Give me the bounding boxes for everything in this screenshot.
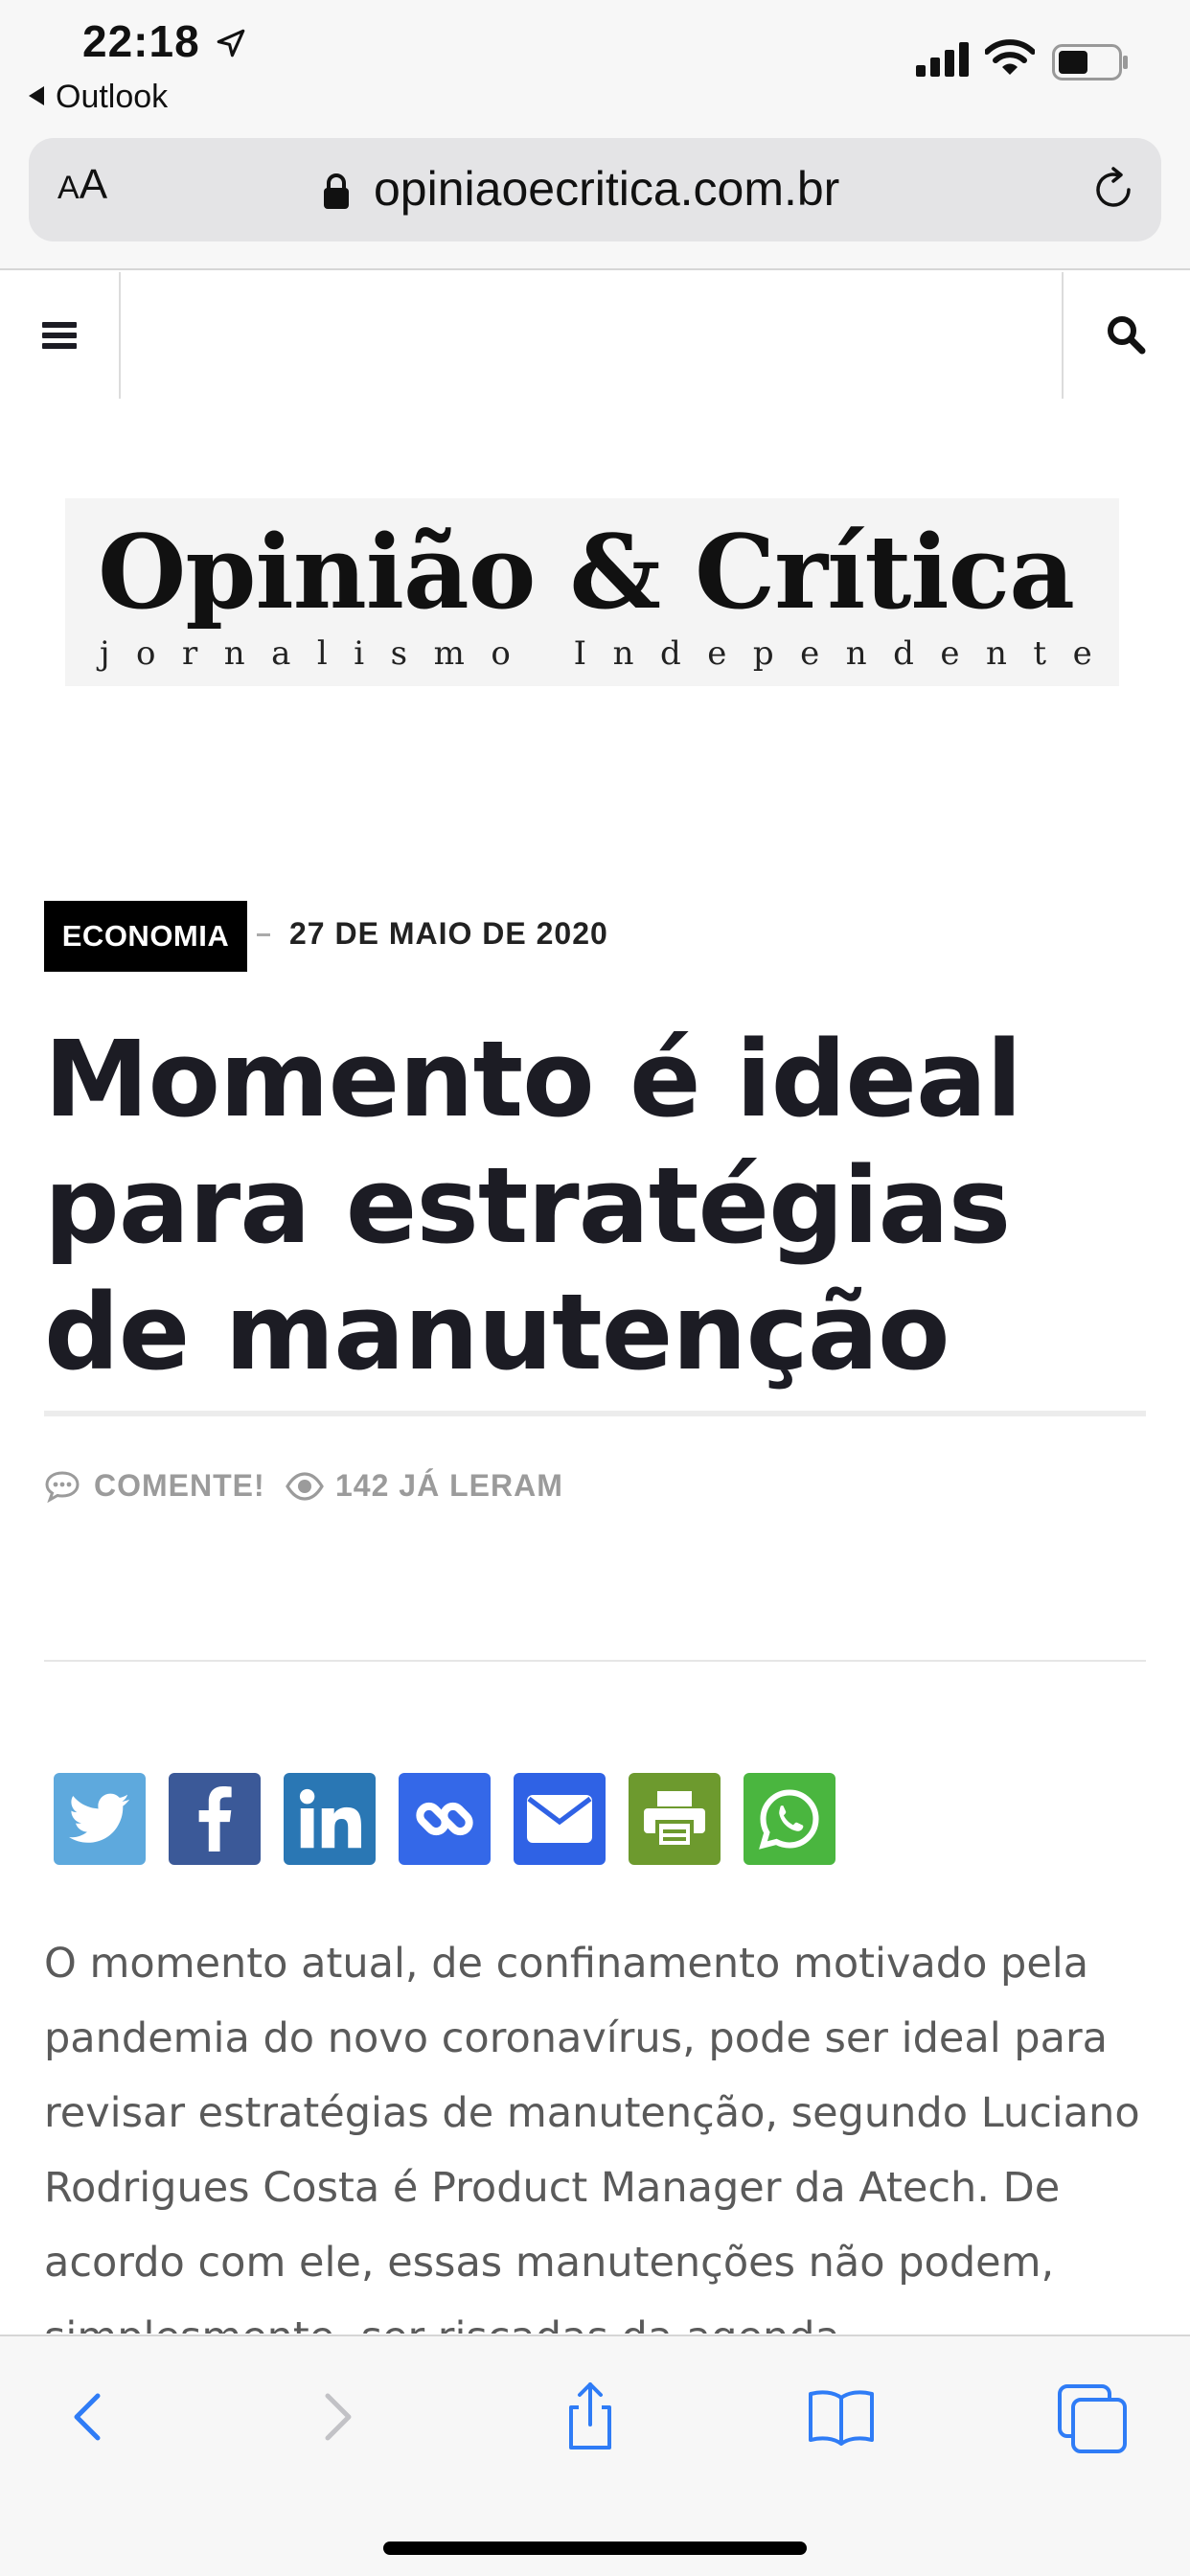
address-bar[interactable]: AA opiniaoecritica.com.br — [29, 138, 1161, 242]
hamburger-icon — [42, 322, 77, 328]
status-bar: 22:18 Outlook — [0, 0, 1190, 134]
reload-icon[interactable] — [1088, 165, 1138, 215]
tabs-icon[interactable] — [1054, 2379, 1131, 2455]
browser-address-area: AA opiniaoecritica.com.br — [0, 134, 1190, 270]
share-facebook-button[interactable] — [169, 1773, 261, 1865]
url-text[interactable]: opiniaoecritica.com.br — [374, 161, 839, 217]
battery-icon — [1052, 44, 1128, 80]
share-copy-link-button[interactable] — [399, 1773, 491, 1865]
wifi-icon — [985, 39, 1035, 75]
share-twitter-button[interactable] — [54, 1773, 146, 1865]
site-logo[interactable]: Opinião & Crítica jornalismo Independent… — [65, 498, 1119, 686]
browser-toolbar — [0, 2334, 1190, 2576]
logo-subtitle: jornalismo Independente — [100, 634, 1119, 673]
back-app-label: Outlook — [56, 79, 169, 115]
mail-icon — [527, 1795, 592, 1843]
facebook-icon — [198, 1786, 232, 1852]
share-whatsapp-button[interactable] — [744, 1773, 835, 1865]
search-button[interactable] — [1062, 272, 1190, 399]
text-size-button[interactable]: AA — [57, 161, 107, 209]
views-label: 142 JÁ LERAM — [335, 1468, 563, 1503]
share-icon[interactable] — [552, 2379, 629, 2455]
link-icon — [416, 1802, 473, 1836]
article-body: O momento atual, de confinamento motivad… — [44, 1940, 1140, 2334]
lock-icon — [324, 173, 349, 209]
share-email-button[interactable] — [514, 1773, 606, 1865]
back-to-app-link[interactable]: Outlook — [29, 79, 168, 116]
comments-label: COMENTE! — [94, 1468, 265, 1503]
meta-separator — [257, 933, 270, 936]
site-header — [0, 272, 1190, 399]
title-divider — [44, 1411, 1146, 1416]
back-chevron-icon[interactable] — [50, 2379, 126, 2455]
logo-title: Opinião & Crítica — [98, 512, 1075, 632]
bookmarks-book-icon[interactable] — [803, 2379, 880, 2455]
share-print-button[interactable] — [629, 1773, 721, 1865]
forward-chevron-icon[interactable] — [299, 2379, 376, 2455]
stats-divider — [44, 1660, 1146, 1662]
linkedin-icon — [299, 1788, 361, 1849]
category-badge[interactable]: ECONOMIA — [44, 901, 247, 972]
twitter-icon — [69, 1793, 129, 1843]
whatsapp-icon — [759, 1789, 819, 1850]
back-triangle-icon — [29, 86, 44, 105]
share-linkedin-button[interactable] — [284, 1773, 376, 1865]
search-icon — [1108, 316, 1146, 355]
printer-icon — [644, 1791, 705, 1847]
location-arrow-icon — [217, 29, 245, 58]
status-time: 22:18 — [82, 16, 200, 66]
cellular-signal-icon — [916, 42, 969, 77]
home-indicator — [383, 2542, 807, 2555]
article-title: Momento é ideal para estratégias de manu… — [44, 1018, 1022, 1393]
article-date: 27 DE MAIO DE 2020 — [289, 916, 608, 951]
eye-icon — [286, 1472, 324, 1501]
hamburger-menu-button[interactable] — [0, 272, 121, 399]
comment-bubble-icon — [45, 1471, 80, 1503]
